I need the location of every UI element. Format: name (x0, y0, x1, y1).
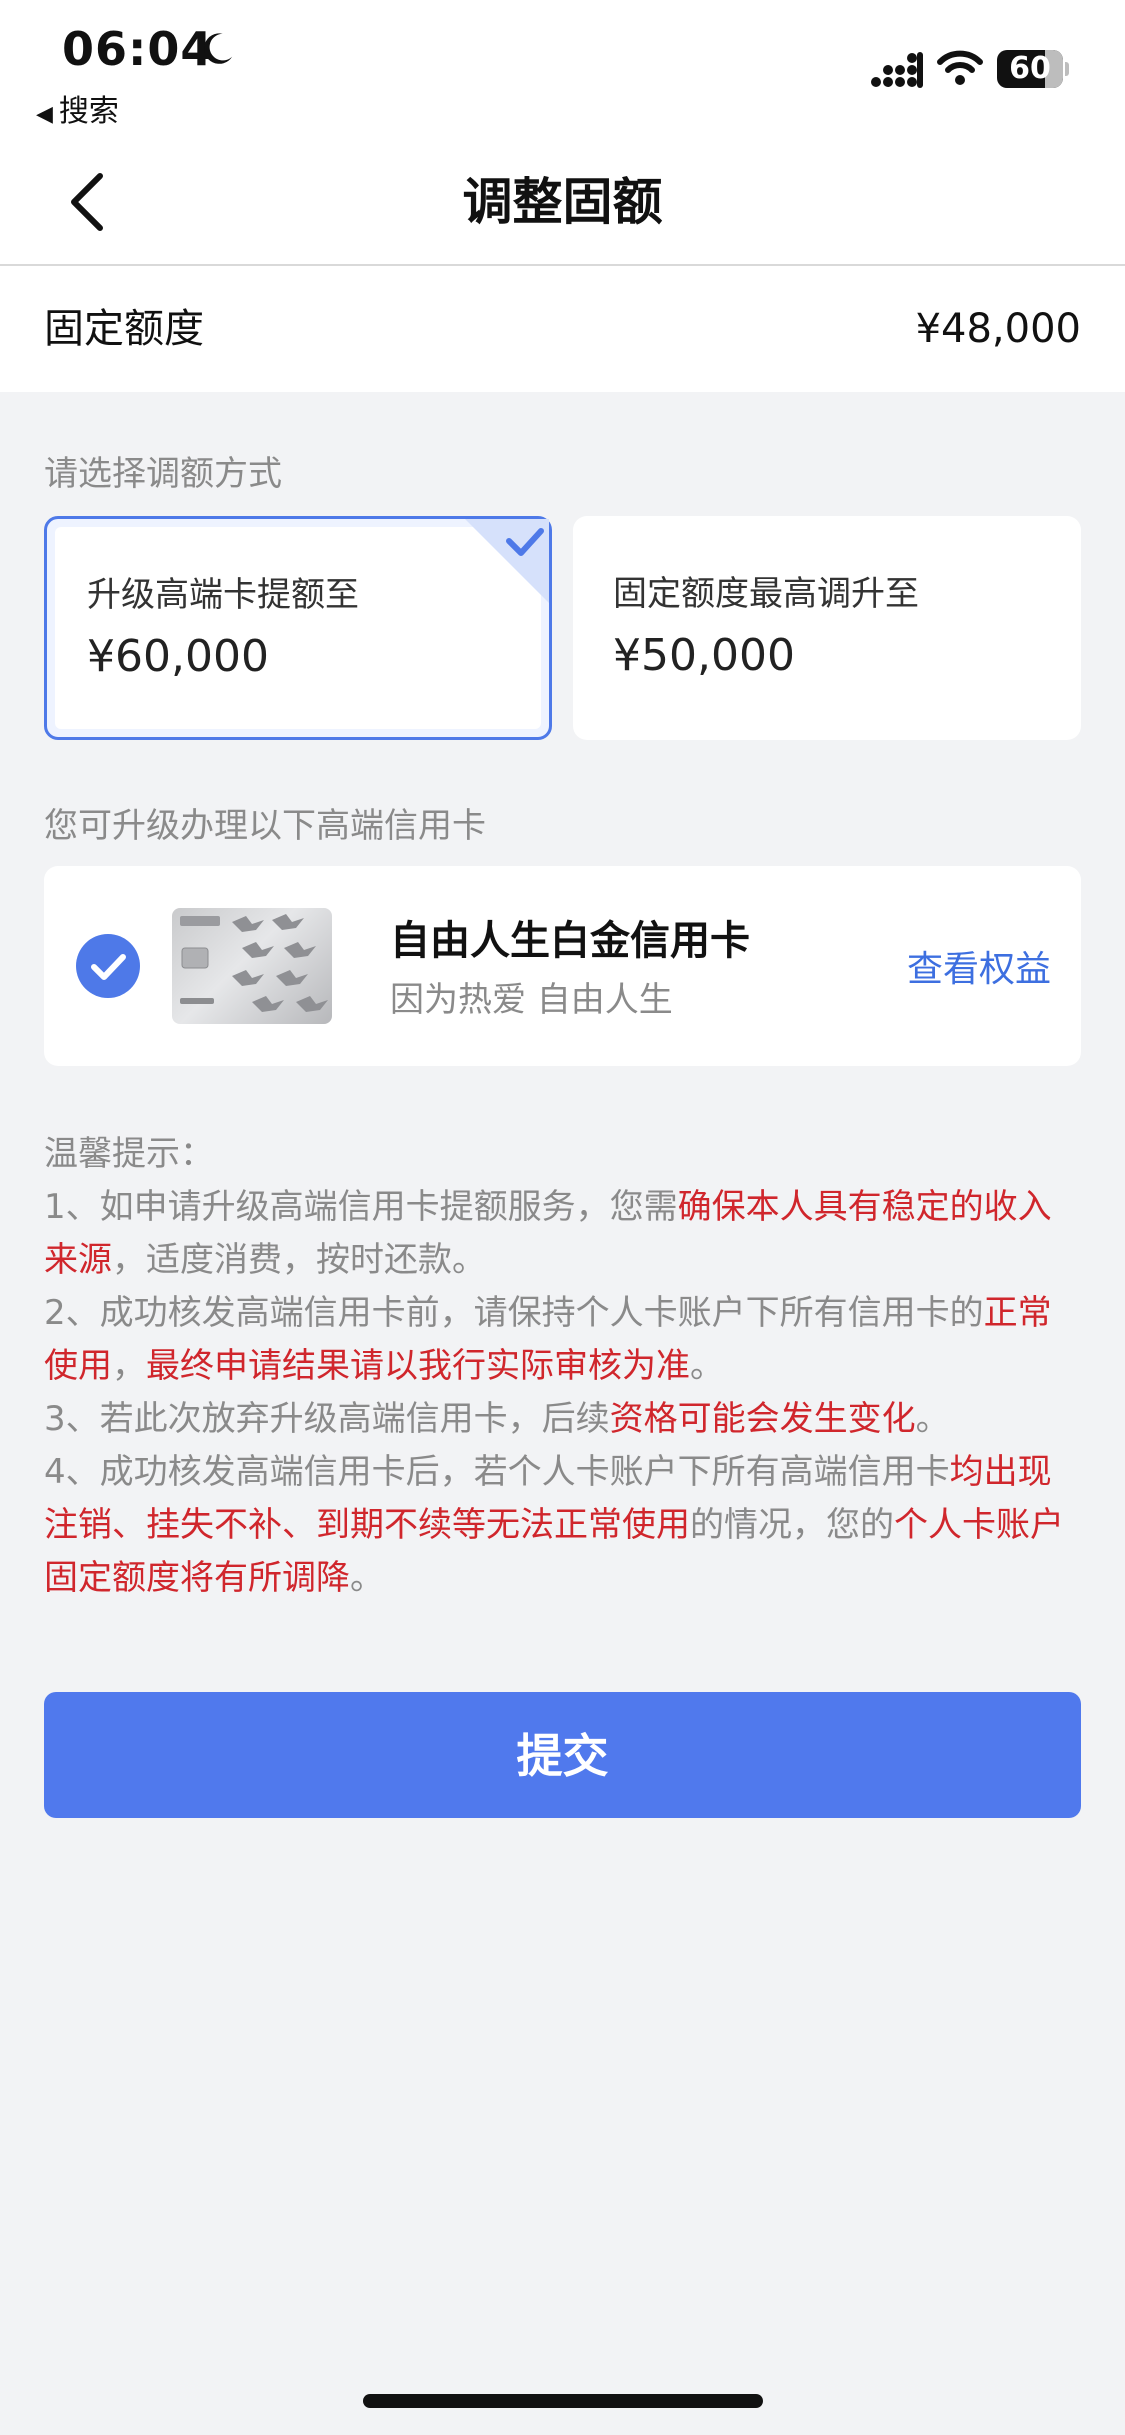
view-benefits-link[interactable]: 查看权益 (907, 940, 1051, 992)
back-to-app-link[interactable]: ◀ 搜索 (36, 86, 119, 130)
tip-4-text-e: 。 (350, 1558, 384, 1598)
tip-3-highlight: 资格可能会发生变化 (609, 1399, 916, 1439)
fixed-quota-row: 固定额度 ¥48,000 (0, 266, 1125, 392)
tip-3-text-c: 。 (915, 1399, 950, 1439)
choose-method-label: 请选择调额方式 (44, 454, 282, 494)
option-fixed-amount: ¥50,000 (613, 630, 795, 681)
fixed-quota-value: ¥48,000 (915, 306, 1081, 352)
tips-section: 温馨提示： 1、如申请升级高端信用卡提额服务，您需确保本人具有稳定的收入来源，适… (44, 1128, 1084, 1605)
tip-1-text-c: ，适度消费，按时还款。 (112, 1240, 486, 1280)
tip-3-text-a: 3、若此次放弃升级高端信用卡，后续 (44, 1399, 610, 1439)
tips-heading: 温馨提示： (44, 1134, 214, 1174)
tip-2-text-a: 2、成功核发高端信用卡前，请保持个人卡账户下所有信用卡的 (44, 1293, 984, 1333)
option-fixed-title: 固定额度最高调升至 (613, 574, 919, 614)
card-name: 自由人生白金信用卡 (390, 918, 750, 964)
tip-4-text-a: 4、成功核发高端信用卡后，若个人卡账户下所有高端信用卡 (44, 1452, 950, 1492)
checked-radio-icon[interactable] (76, 934, 140, 998)
status-bar: 06:04 ◀ 搜索 60 (0, 0, 1125, 140)
card-bird-pattern-icon (180, 914, 328, 1012)
selected-check-icon (465, 519, 549, 603)
wifi-icon (937, 50, 983, 85)
card-image (172, 908, 332, 1024)
tip-4-text-c: 的情况，您的 (690, 1505, 894, 1545)
cellular-signal-icon (871, 52, 923, 88)
tip-2-text-c: ， (112, 1346, 146, 1386)
battery-icon: 60 (997, 50, 1069, 88)
fixed-quota-label: 固定额度 (44, 306, 204, 352)
tip-2-highlight-2: 最终申请结果请以我行实际审核为准 (146, 1346, 690, 1386)
home-indicator (363, 2394, 763, 2408)
tip-1-text-a: 1、如申请升级高端信用卡提额服务，您需 (44, 1187, 678, 1227)
tip-2: 2、成功核发高端信用卡前，请保持个人卡账户下所有信用卡的正常使用，最终申请结果请… (44, 1287, 1084, 1393)
tip-4: 4、成功核发高端信用卡后，若个人卡账户下所有高端信用卡均出现注销、挂失不补、到期… (44, 1446, 1084, 1605)
moon-icon (204, 33, 233, 64)
option-upgrade-card[interactable]: 升级高端卡提额至 ¥60,000 (44, 516, 552, 740)
option-upgrade-title: 升级高端卡提额至 (87, 575, 359, 615)
option-fixed-raise[interactable]: 固定额度最高调升至 ¥50,000 (573, 516, 1081, 740)
upgrade-cards-label: 您可升级办理以下高端信用卡 (44, 806, 486, 846)
submit-button[interactable]: 提交 (44, 1692, 1081, 1818)
back-app-label: 搜索 (58, 94, 119, 129)
credit-card-item[interactable]: 自由人生白金信用卡 因为热爱 自由人生 查看权益 (44, 866, 1081, 1066)
back-triangle-icon: ◀ (36, 102, 53, 127)
page-title: 调整固额 (462, 173, 663, 231)
option-upgrade-amount: ¥60,000 (87, 631, 269, 682)
battery-level: 60 (1009, 51, 1051, 86)
status-time: 06:04 (62, 22, 214, 76)
tip-2-text-e: 。 (690, 1346, 724, 1386)
tip-1: 1、如申请升级高端信用卡提额服务，您需确保本人具有稳定的收入来源，适度消费，按时… (44, 1181, 1084, 1287)
card-slogan: 因为热爱 自由人生 (390, 980, 673, 1020)
navigation-bar: 调整固额 (0, 140, 1125, 266)
tip-3: 3、若此次放弃升级高端信用卡，后续资格可能会发生变化。 (44, 1393, 1084, 1446)
